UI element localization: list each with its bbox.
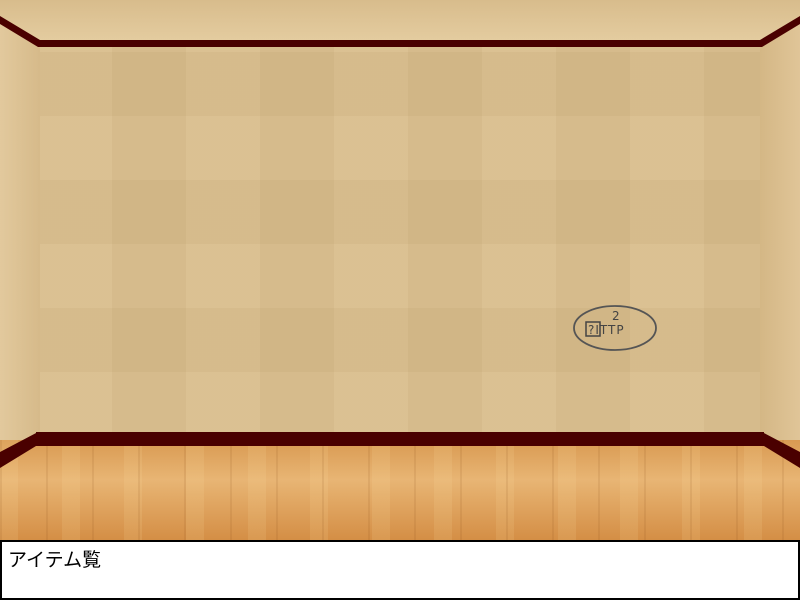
- clue-number: 2: [612, 309, 620, 323]
- inventory-panel: アイテム覧: [0, 540, 800, 600]
- room-view[interactable]: 2 ?ITTP: [0, 0, 800, 540]
- inventory-title: アイテム覧: [8, 549, 102, 571]
- ceiling: [0, 0, 800, 48]
- back-wall[interactable]: [38, 44, 762, 436]
- left-wall[interactable]: [0, 18, 40, 452]
- right-wall[interactable]: [760, 18, 800, 452]
- floor[interactable]: [0, 440, 800, 540]
- inventory-box[interactable]: アイテム覧: [2, 542, 798, 598]
- clue-symbols: ?ITTP: [588, 323, 625, 337]
- circled-symbol-clue-icon[interactable]: 2 ?ITTP: [572, 302, 658, 354]
